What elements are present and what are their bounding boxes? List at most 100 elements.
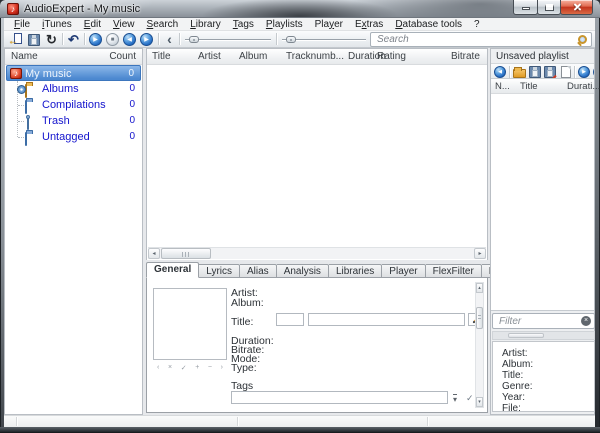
menu-itunes[interactable]: iTunes xyxy=(36,18,78,31)
column-artist[interactable]: Artist xyxy=(198,51,221,62)
playlist-filter-input[interactable] xyxy=(497,315,575,327)
playlist-save-button[interactable] xyxy=(528,65,542,79)
tab-general[interactable]: General xyxy=(146,262,199,278)
minimize-button[interactable] xyxy=(513,0,538,15)
toolbar-separator xyxy=(179,33,180,45)
scroll-down-icon[interactable]: ▾ xyxy=(476,397,483,407)
scroll-left-icon[interactable]: ◂ xyxy=(148,248,160,259)
import-icon: ← xyxy=(9,33,22,46)
album-label: Album: xyxy=(231,297,264,309)
menu-database-tools[interactable]: Database tools xyxy=(389,18,468,31)
tab-alias[interactable]: Alias xyxy=(240,264,277,278)
menu-library[interactable]: Library xyxy=(184,18,227,31)
menu-view[interactable]: View xyxy=(107,18,141,31)
album-art-placeholder[interactable] xyxy=(153,288,227,360)
search-box[interactable] xyxy=(370,32,592,47)
column-name[interactable]: Name xyxy=(11,51,38,62)
undo-icon: ↶ xyxy=(68,33,79,46)
track-table-hscrollbar[interactable]: ◂ ▸ xyxy=(148,247,486,259)
playlist-filter-box[interactable]: × xyxy=(492,313,595,329)
tab-analysis-result[interactable]: Analysis result xyxy=(277,264,329,278)
general-vscrollbar[interactable]: ▴ ▾ xyxy=(475,282,484,408)
tree-item-trash[interactable]: Trash 0 xyxy=(6,113,141,129)
column-bitrate[interactable]: Bitrate xyxy=(451,51,480,62)
playlist-open-button[interactable] xyxy=(512,65,526,79)
tree-item-compilations[interactable]: Compilations 0 xyxy=(6,97,141,113)
tags-apply-icon[interactable]: ✓ xyxy=(466,393,474,404)
save-button[interactable] xyxy=(26,32,41,47)
tab-lyrics[interactable]: Lyrics xyxy=(199,264,240,278)
next-icon: ▶ xyxy=(140,33,153,46)
close-button[interactable] xyxy=(560,0,593,15)
search-icon[interactable] xyxy=(577,35,587,45)
playlist-list[interactable] xyxy=(491,94,594,311)
tree-item-albums[interactable]: Albums 0 xyxy=(6,81,141,97)
column-title[interactable]: Title xyxy=(152,51,171,62)
playlist-save-as-button[interactable] xyxy=(543,65,557,79)
vscrollbar-thumb[interactable] xyxy=(476,307,483,329)
seek-slider[interactable] xyxy=(185,35,271,44)
import-button[interactable]: ← xyxy=(8,32,23,47)
tab-libraries[interactable]: Libraries xyxy=(329,264,382,278)
menu-extras[interactable]: Extras xyxy=(349,18,389,31)
refresh-button[interactable]: ↻ xyxy=(44,32,59,47)
playlist-hscrollbar[interactable] xyxy=(492,331,595,340)
playlist-new-button[interactable] xyxy=(559,65,573,79)
art-delete-icon[interactable]: × xyxy=(168,364,172,372)
volume-slider[interactable] xyxy=(282,35,366,44)
track-number-field[interactable] xyxy=(276,313,304,326)
tree-item-untagged[interactable]: Untagged 0 xyxy=(6,129,141,145)
tab-player[interactable]: Player xyxy=(382,264,425,278)
playlist-next-button[interactable]: ▶ xyxy=(592,65,594,79)
volume-slider-thumb[interactable] xyxy=(286,36,296,43)
stop-button[interactable]: ■ xyxy=(105,32,120,47)
art-prev-icon[interactable]: ‹ xyxy=(157,364,159,372)
column-count[interactable]: Count xyxy=(109,51,136,62)
rewind-button[interactable]: ‹ xyxy=(162,32,177,47)
menu-search[interactable]: Search xyxy=(141,18,185,31)
seek-slider-thumb[interactable] xyxy=(189,36,199,43)
tree-item-label: Compilations xyxy=(42,97,106,113)
tags-dropdown-icon[interactable]: ▾ xyxy=(453,394,457,403)
menu-playlists[interactable]: Playlists xyxy=(260,18,309,31)
column-title[interactable]: Title xyxy=(520,81,538,92)
column-album[interactable]: Album xyxy=(239,51,267,62)
art-next-icon[interactable]: › xyxy=(221,364,223,372)
tab-flexfilter[interactable]: FlexFilter xyxy=(426,264,482,278)
previous-track-button[interactable]: ◀ xyxy=(122,32,137,47)
search-input[interactable] xyxy=(375,33,571,46)
title-bar[interactable]: ♪ AudioExpert - My music xyxy=(0,0,600,18)
info-album-label: Album: xyxy=(502,359,594,370)
tree-item-my-music[interactable]: ♪ My music 0 xyxy=(6,65,141,81)
hscrollbar-thumb[interactable] xyxy=(161,248,211,259)
play-button[interactable]: ▶ xyxy=(88,32,103,47)
title-field[interactable] xyxy=(308,313,465,326)
column-rating[interactable]: Rating xyxy=(377,51,406,62)
column-tracknumber[interactable]: Tracknumb... xyxy=(286,51,344,62)
column-number[interactable]: N... xyxy=(495,81,510,92)
maximize-button[interactable] xyxy=(537,0,561,15)
art-remove-icon[interactable]: − xyxy=(208,364,212,372)
next-track-button[interactable]: ▶ xyxy=(139,32,154,47)
menu-tags[interactable]: Tags xyxy=(227,18,260,31)
playlist-back-button[interactable]: ◀ xyxy=(493,65,507,79)
window-frame-right xyxy=(595,18,600,427)
app-icon[interactable]: ♪ xyxy=(7,3,19,15)
tags-field[interactable] xyxy=(231,391,448,404)
menu-edit[interactable]: Edit xyxy=(78,18,107,31)
scroll-up-icon[interactable]: ▴ xyxy=(476,283,483,293)
menu-file[interactable]: File xyxy=(8,18,36,31)
column-duration[interactable]: Durati... xyxy=(567,81,600,92)
minimize-icon xyxy=(522,7,530,10)
art-apply-icon[interactable]: ✓ xyxy=(181,364,187,372)
playlist-play-button[interactable]: ▶ xyxy=(577,65,591,79)
undo-button[interactable]: ↶ xyxy=(66,32,81,47)
menu-player[interactable]: Player xyxy=(309,18,349,31)
track-table-body[interactable] xyxy=(148,65,486,247)
art-add-icon[interactable]: + xyxy=(195,364,199,372)
scroll-right-icon[interactable]: ▸ xyxy=(474,248,486,259)
menu-help[interactable]: ? xyxy=(468,18,486,31)
playlist-hscrollbar-thumb[interactable] xyxy=(508,333,544,338)
playlist-panel: Unsaved playlist ◀ xyxy=(490,48,595,415)
clear-filter-icon[interactable]: × xyxy=(581,316,591,326)
